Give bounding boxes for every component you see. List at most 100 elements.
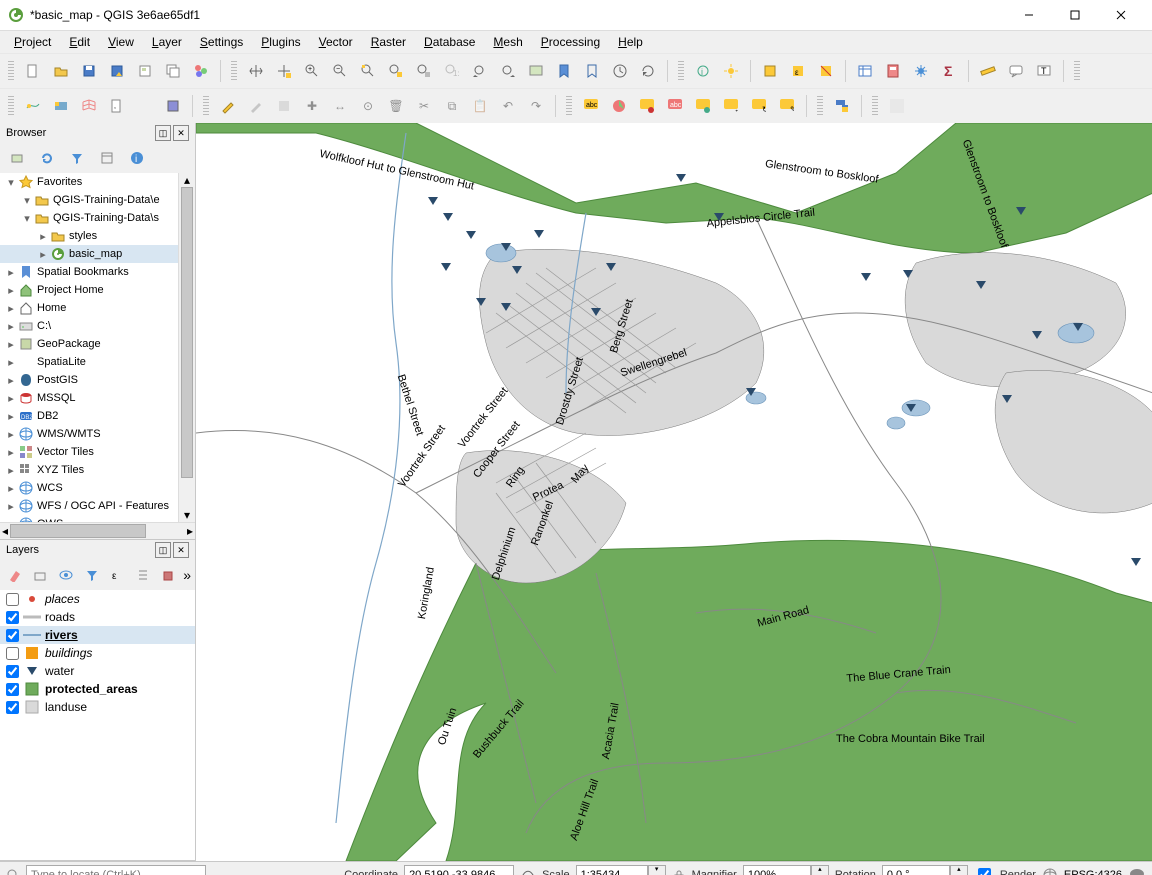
layer-checkbox-buildings[interactable] bbox=[6, 647, 19, 660]
browser-item-postgis[interactable]: ▸PostGIS bbox=[0, 371, 178, 389]
new-map-view-icon[interactable] bbox=[523, 58, 549, 84]
zoom-full-icon[interactable] bbox=[355, 58, 381, 84]
crs-icon[interactable] bbox=[1042, 867, 1058, 875]
expand-all-icon[interactable] bbox=[132, 562, 154, 588]
menu-view[interactable]: View bbox=[100, 33, 142, 51]
temporal-controller-icon[interactable] bbox=[607, 58, 633, 84]
browser-item-xyz-tiles[interactable]: ▸XYZ Tiles bbox=[0, 461, 178, 479]
browser-refresh-icon[interactable] bbox=[34, 145, 60, 171]
layer-checkbox-roads[interactable] bbox=[6, 611, 19, 624]
browser-hscroll[interactable]: ◂▸ bbox=[0, 522, 195, 539]
menu-help[interactable]: Help bbox=[610, 33, 651, 51]
menu-edit[interactable]: Edit bbox=[61, 33, 98, 51]
processing-toolbox-icon[interactable] bbox=[908, 58, 934, 84]
node-tool-icon[interactable]: ⊙ bbox=[355, 93, 381, 119]
maximize-button[interactable] bbox=[1052, 0, 1098, 30]
select-features-icon[interactable] bbox=[757, 58, 783, 84]
browser-item-vector-tiles[interactable]: ▸Vector Tiles bbox=[0, 443, 178, 461]
layer-roads[interactable]: roads bbox=[0, 608, 195, 626]
browser-item-spatial-bookmarks[interactable]: ▸Spatial Bookmarks bbox=[0, 263, 178, 281]
layers-more-icon[interactable]: » bbox=[183, 567, 191, 583]
add-raster-icon[interactable] bbox=[48, 93, 74, 119]
current-edits-icon[interactable] bbox=[215, 93, 241, 119]
browser-item-wfs-ogc-api-features[interactable]: ▸WFS / OGC API - Features bbox=[0, 497, 178, 515]
coord-input[interactable] bbox=[404, 865, 514, 875]
add-group-icon[interactable] bbox=[30, 562, 52, 588]
filter-legend-icon[interactable] bbox=[81, 562, 103, 588]
new-bookmark-icon[interactable] bbox=[551, 58, 577, 84]
browser-vscroll[interactable]: ▴▾ bbox=[178, 173, 195, 522]
browser-tree[interactable]: ▾Favorites▾QGIS-Training-Data\e▾QGIS-Tra… bbox=[0, 173, 195, 522]
layout-manager-icon[interactable] bbox=[160, 58, 186, 84]
manage-visibility-icon[interactable] bbox=[55, 562, 77, 588]
pan-icon[interactable] bbox=[243, 58, 269, 84]
rotation-spin[interactable]: ▴▾ bbox=[950, 865, 968, 875]
zoom-layer-icon[interactable] bbox=[411, 58, 437, 84]
open-project-icon[interactable] bbox=[48, 58, 74, 84]
pan-to-selection-icon[interactable] bbox=[271, 58, 297, 84]
zoom-next-icon[interactable] bbox=[495, 58, 521, 84]
move-feature-icon[interactable]: ↔ bbox=[327, 93, 353, 119]
rotate-label-icon[interactable]: ↻ bbox=[746, 93, 772, 119]
deselect-icon[interactable] bbox=[813, 58, 839, 84]
browser-properties-icon[interactable]: i bbox=[124, 145, 150, 171]
layer-landuse[interactable]: landuse bbox=[0, 698, 195, 716]
field-calculator-icon[interactable] bbox=[880, 58, 906, 84]
highlight-pinned-icon[interactable] bbox=[634, 93, 660, 119]
browser-item-c-[interactable]: ▸C:\ bbox=[0, 317, 178, 335]
browser-collapse-icon[interactable] bbox=[94, 145, 120, 171]
add-feature-icon[interactable]: ✚ bbox=[299, 93, 325, 119]
remove-layer-icon[interactable] bbox=[158, 562, 180, 588]
delete-selected-icon[interactable]: 🗑 bbox=[383, 93, 409, 119]
zoom-selection-icon[interactable] bbox=[383, 58, 409, 84]
identify-icon[interactable]: i bbox=[690, 58, 716, 84]
layer-rivers[interactable]: rivers bbox=[0, 626, 195, 644]
layer-protected_areas[interactable]: protected_areas bbox=[0, 680, 195, 698]
new-project-icon[interactable] bbox=[20, 58, 46, 84]
pin-labels-icon[interactable]: abc bbox=[662, 93, 688, 119]
layer-water[interactable]: water bbox=[0, 662, 195, 680]
plugin-icon[interactable] bbox=[884, 93, 910, 119]
select-by-value-icon[interactable]: ε bbox=[785, 58, 811, 84]
zoom-native-icon[interactable]: 1:1 bbox=[439, 58, 465, 84]
layer-checkbox-rivers[interactable] bbox=[6, 629, 19, 642]
layers-undock-button[interactable]: ◫ bbox=[155, 542, 171, 558]
diagram-tool-icon[interactable] bbox=[606, 93, 632, 119]
scale-dropdown[interactable]: ▾ bbox=[648, 865, 666, 875]
browser-item-wms-wmts[interactable]: ▸WMS/WMTS bbox=[0, 425, 178, 443]
browser-filter-icon[interactable] bbox=[64, 145, 90, 171]
stat-summary-icon[interactable]: Σ bbox=[936, 58, 962, 84]
browser-item-favorites[interactable]: ▾Favorites bbox=[0, 173, 178, 191]
menu-vector[interactable]: Vector bbox=[311, 33, 361, 51]
save-as-icon[interactable] bbox=[104, 58, 130, 84]
show-bookmarks-icon[interactable] bbox=[579, 58, 605, 84]
style-manager-icon[interactable] bbox=[188, 58, 214, 84]
messages-icon[interactable] bbox=[1128, 867, 1146, 875]
filter-expression-icon[interactable]: ε bbox=[106, 562, 128, 588]
close-button[interactable] bbox=[1098, 0, 1144, 30]
action-icon[interactable] bbox=[718, 58, 744, 84]
new-layout-icon[interactable] bbox=[132, 58, 158, 84]
menu-layer[interactable]: Layer bbox=[144, 33, 190, 51]
menu-settings[interactable]: Settings bbox=[192, 33, 251, 51]
browser-close-button[interactable]: ✕ bbox=[173, 125, 189, 141]
toggle-edit-icon[interactable] bbox=[243, 93, 269, 119]
layer-buildings[interactable]: buildings bbox=[0, 644, 195, 662]
menu-project[interactable]: Project bbox=[6, 33, 59, 51]
browser-item-wcs[interactable]: ▸WCS bbox=[0, 479, 178, 497]
refresh-icon[interactable] bbox=[635, 58, 661, 84]
layer-styling-icon[interactable] bbox=[4, 562, 26, 588]
locator-input[interactable] bbox=[26, 865, 206, 875]
save-project-icon[interactable] bbox=[76, 58, 102, 84]
open-table-icon[interactable] bbox=[852, 58, 878, 84]
save-edits-icon[interactable] bbox=[271, 93, 297, 119]
browser-item-ows[interactable]: ▸OWS bbox=[0, 515, 178, 522]
browser-item-project-home[interactable]: ▸Project Home bbox=[0, 281, 178, 299]
zoom-in-icon[interactable]: + bbox=[299, 58, 325, 84]
browser-item-home[interactable]: ▸Home bbox=[0, 299, 178, 317]
toggle-extents-icon[interactable] bbox=[520, 867, 536, 875]
layer-places[interactable]: places bbox=[0, 590, 195, 608]
label-tool-icon[interactable]: abc bbox=[578, 93, 604, 119]
menu-plugins[interactable]: Plugins bbox=[253, 33, 308, 51]
add-virtual-icon[interactable] bbox=[160, 93, 186, 119]
